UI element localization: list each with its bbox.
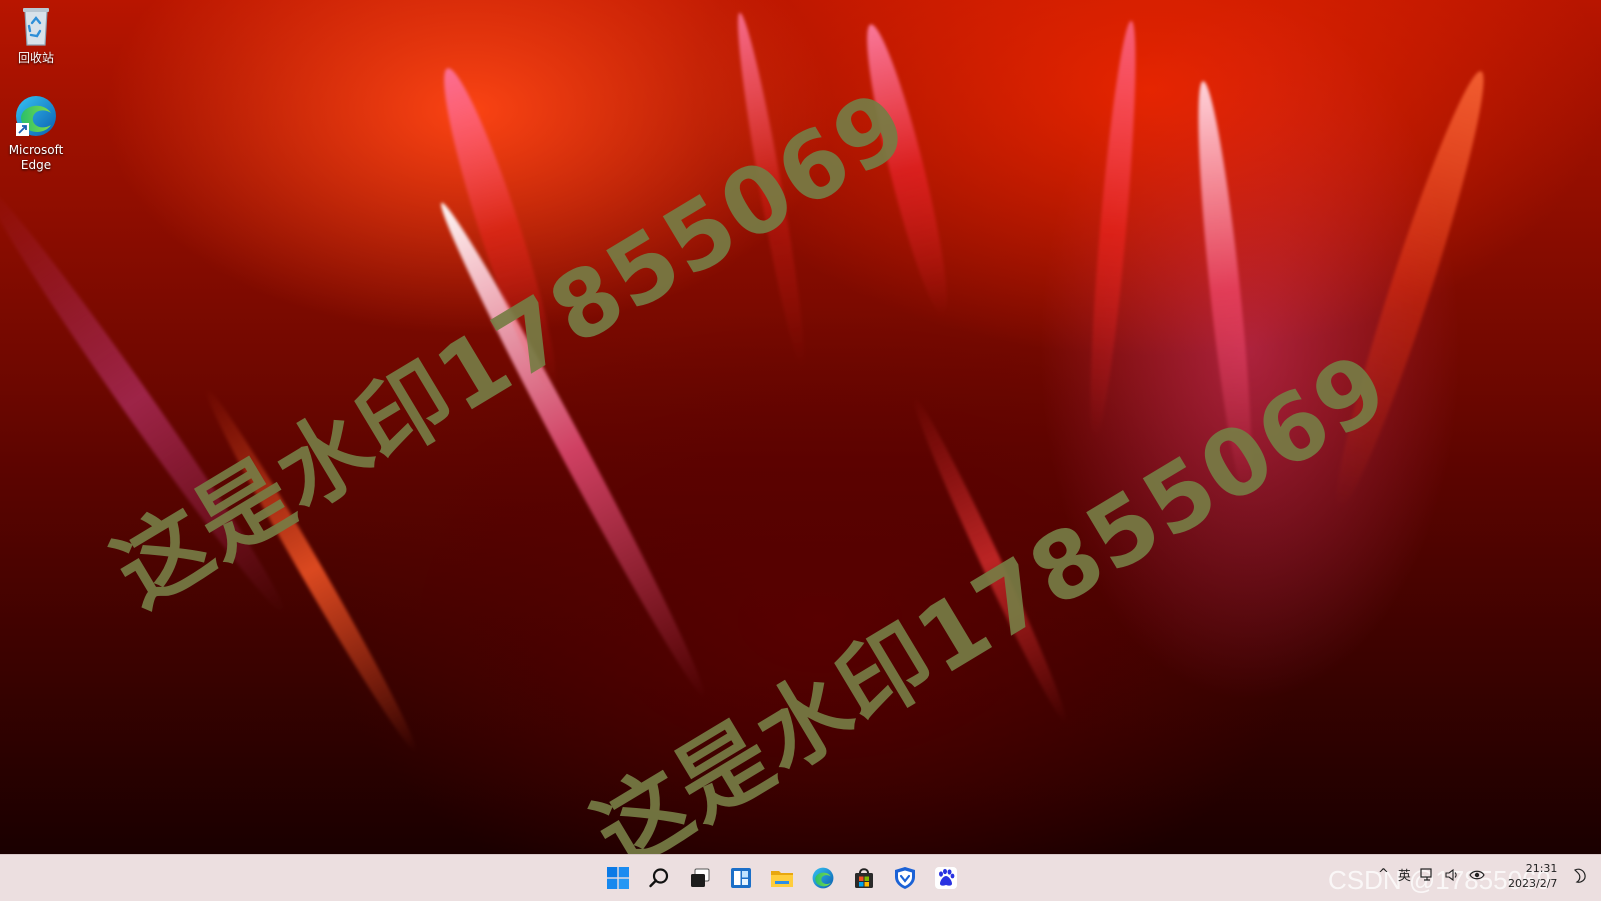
security-button[interactable] bbox=[887, 861, 923, 895]
wallpaper-streak bbox=[728, 10, 814, 370]
wallpaper-streak bbox=[1319, 65, 1501, 515]
wallpaper-streak bbox=[854, 20, 960, 320]
taskbar: CSDN @17855069 ^ 英 21:31 2023/2/7 bbox=[0, 854, 1601, 901]
edge-icon bbox=[16, 96, 56, 136]
notification-icon[interactable] bbox=[1571, 867, 1589, 885]
task-view-button[interactable] bbox=[682, 861, 718, 895]
eye-icon[interactable] bbox=[1469, 869, 1485, 881]
widgets-icon bbox=[731, 868, 751, 888]
desktop-wallpaper bbox=[0, 0, 1601, 854]
widgets-button[interactable] bbox=[723, 861, 759, 895]
tray-chevron[interactable]: ^ bbox=[1378, 867, 1389, 882]
baidu-button[interactable] bbox=[928, 861, 964, 895]
wallpaper-streak bbox=[430, 196, 716, 704]
task-view-icon bbox=[691, 868, 710, 887]
wallpaper-streak bbox=[1188, 79, 1262, 501]
file-explorer-icon bbox=[771, 871, 793, 887]
microsoft-store-button[interactable] bbox=[846, 861, 882, 895]
edge-icon bbox=[812, 867, 834, 889]
desktop-icon-label: 回收站 bbox=[17, 51, 54, 65]
network-icon[interactable] bbox=[1420, 867, 1436, 882]
edge-taskbar-button[interactable] bbox=[805, 861, 841, 895]
ime-indicator[interactable]: 英 bbox=[1398, 865, 1411, 884]
wallpaper-streak bbox=[1081, 19, 1145, 441]
baidu-paw-icon bbox=[935, 867, 957, 889]
volume-icon[interactable] bbox=[1445, 868, 1460, 882]
clock-date: 2023/2/7 bbox=[1508, 877, 1558, 890]
wallpaper-streak bbox=[196, 382, 426, 758]
search-icon bbox=[649, 868, 669, 888]
desktop-icon-recycle-bin[interactable]: 回收站 bbox=[0, 5, 72, 66]
desktop-icon-edge[interactable]: Microsoft Edge bbox=[0, 93, 72, 173]
wallpaper-streak bbox=[904, 392, 1076, 728]
microsoft-store-icon bbox=[855, 868, 873, 888]
taskbar-apps bbox=[600, 861, 964, 895]
search-button[interactable] bbox=[641, 861, 677, 895]
desktop-icon-label: Microsoft Edge bbox=[8, 143, 64, 172]
file-explorer-button[interactable] bbox=[764, 861, 800, 895]
recycle-bin-icon bbox=[23, 8, 49, 46]
start-button[interactable] bbox=[600, 861, 636, 895]
system-tray: ^ 英 bbox=[1378, 865, 1485, 884]
wallpaper-streak bbox=[0, 178, 297, 622]
security-shield-icon bbox=[895, 867, 915, 889]
clock-time: 21:31 bbox=[1525, 862, 1558, 875]
taskbar-clock[interactable]: 21:31 2023/2/7 bbox=[1508, 861, 1557, 891]
windows-start-icon bbox=[607, 867, 629, 889]
